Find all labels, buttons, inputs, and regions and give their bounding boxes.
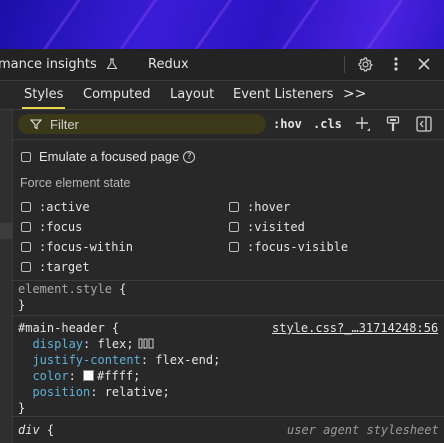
state-focus-within-checkbox[interactable] [21,242,31,252]
state-active-checkbox[interactable] [21,202,31,212]
more-tabs-chevron-icon[interactable]: >> [343,81,366,108]
filter-field[interactable] [18,114,266,134]
element-style-open-brace: { [111,282,127,296]
state-hover-checkbox[interactable] [229,202,239,212]
tab-performance-insights-label: mance insights [0,57,97,72]
tab-performance-insights[interactable]: mance insights [0,49,118,80]
tab-computed[interactable]: Computed [83,81,151,108]
decl-color-value[interactable]: #ffff; [97,369,140,383]
state-target-label: :target [39,260,90,274]
state-focus-within-label: :focus-within [39,240,133,254]
main-header-source-link[interactable]: style.css?_…31714248:56 [272,321,438,335]
div-selector: div [18,423,40,437]
flask-icon [106,58,118,70]
filter-icon [30,119,42,130]
state-focus-label: :focus [39,220,83,234]
cls-toggle-button[interactable]: .cls [313,110,342,139]
state-target-option[interactable]: :target [21,260,90,274]
elements-panel-edge [0,81,13,443]
decl-display-value[interactable]: flex; [97,337,133,351]
state-hover-option[interactable]: :hover [229,200,290,214]
decl-position-value[interactable]: relative; [105,385,170,399]
main-header-close-brace: } [18,401,26,415]
toolbar-divider [13,139,444,140]
state-active-label: :active [39,200,90,214]
tab-layout[interactable]: Layout [170,81,214,108]
user-agent-stylesheet-label: user agent stylesheet [287,423,439,437]
hov-toggle-button[interactable]: :hov [273,110,302,139]
div-open-brace: { [39,423,55,437]
decl-color-prop[interactable]: color [32,369,68,383]
flexbox-editor-icon[interactable] [138,338,154,349]
state-focus-within-option[interactable]: :focus-within [21,240,133,254]
state-focus-checkbox[interactable] [21,222,31,232]
state-target-checkbox[interactable] [21,262,31,272]
rule-divider-2 [13,416,444,417]
state-active-option[interactable]: :active [21,200,90,214]
emulate-focused-page-label: Emulate a focused page [39,149,180,164]
new-style-rule-icon[interactable] [354,115,372,133]
help-icon[interactable]: ? [183,150,196,163]
element-style-rule[interactable]: element.style { } [18,281,126,313]
main-header-selector: #main-header [18,321,105,335]
decl-justify-content-prop[interactable]: justify-content [32,353,140,367]
element-style-close-brace: } [18,298,26,312]
tab-redux[interactable]: Redux [148,49,189,80]
emulate-focused-page-checkbox[interactable] [21,151,31,162]
more-options-icon[interactable] [386,54,406,74]
state-visited-label: :visited [247,220,305,234]
sidebar-tabbar: Styles Computed Layout Event Listeners >… [0,81,444,110]
emulate-focused-page-row[interactable]: Emulate a focused page ? [21,149,196,164]
color-swatch[interactable] [83,370,95,381]
decl-display-prop[interactable]: display [32,337,83,351]
toggle-sidebar-icon[interactable] [415,115,433,133]
force-element-state-heading: Force element state [20,176,131,190]
gear-icon[interactable] [355,54,375,74]
state-visited-checkbox[interactable] [229,222,239,232]
decl-position-prop[interactable]: position [32,385,90,399]
tabbar-separator [344,56,345,73]
tab-event-listeners[interactable]: Event Listeners [233,81,333,108]
tab-styles[interactable]: Styles [21,81,66,109]
state-focus-visible-checkbox[interactable] [229,242,239,252]
paint-brush-icon[interactable] [384,115,402,133]
state-visited-option[interactable]: :visited [229,220,305,234]
devtools-main-tabbar: mance insights Redux [0,49,444,81]
decl-justify-content-value[interactable]: flex-end; [155,353,220,367]
div-rule[interactable]: div { [18,422,54,438]
element-style-selector: element.style [18,282,112,296]
main-header-rule[interactable]: #main-header { display: flex; justify-co… [18,320,220,416]
state-hover-label: :hover [247,200,291,214]
state-focus-option[interactable]: :focus [21,220,82,234]
state-focus-visible-label: :focus-visible [247,240,349,254]
rule-divider [13,315,444,316]
filter-input[interactable] [48,115,252,133]
styles-toolbar: :hov .cls [13,110,444,139]
page-content-banner [0,0,444,49]
state-focus-visible-option[interactable]: :focus-visible [229,240,348,254]
close-icon[interactable] [414,54,434,74]
main-header-open-brace: { [104,321,120,335]
